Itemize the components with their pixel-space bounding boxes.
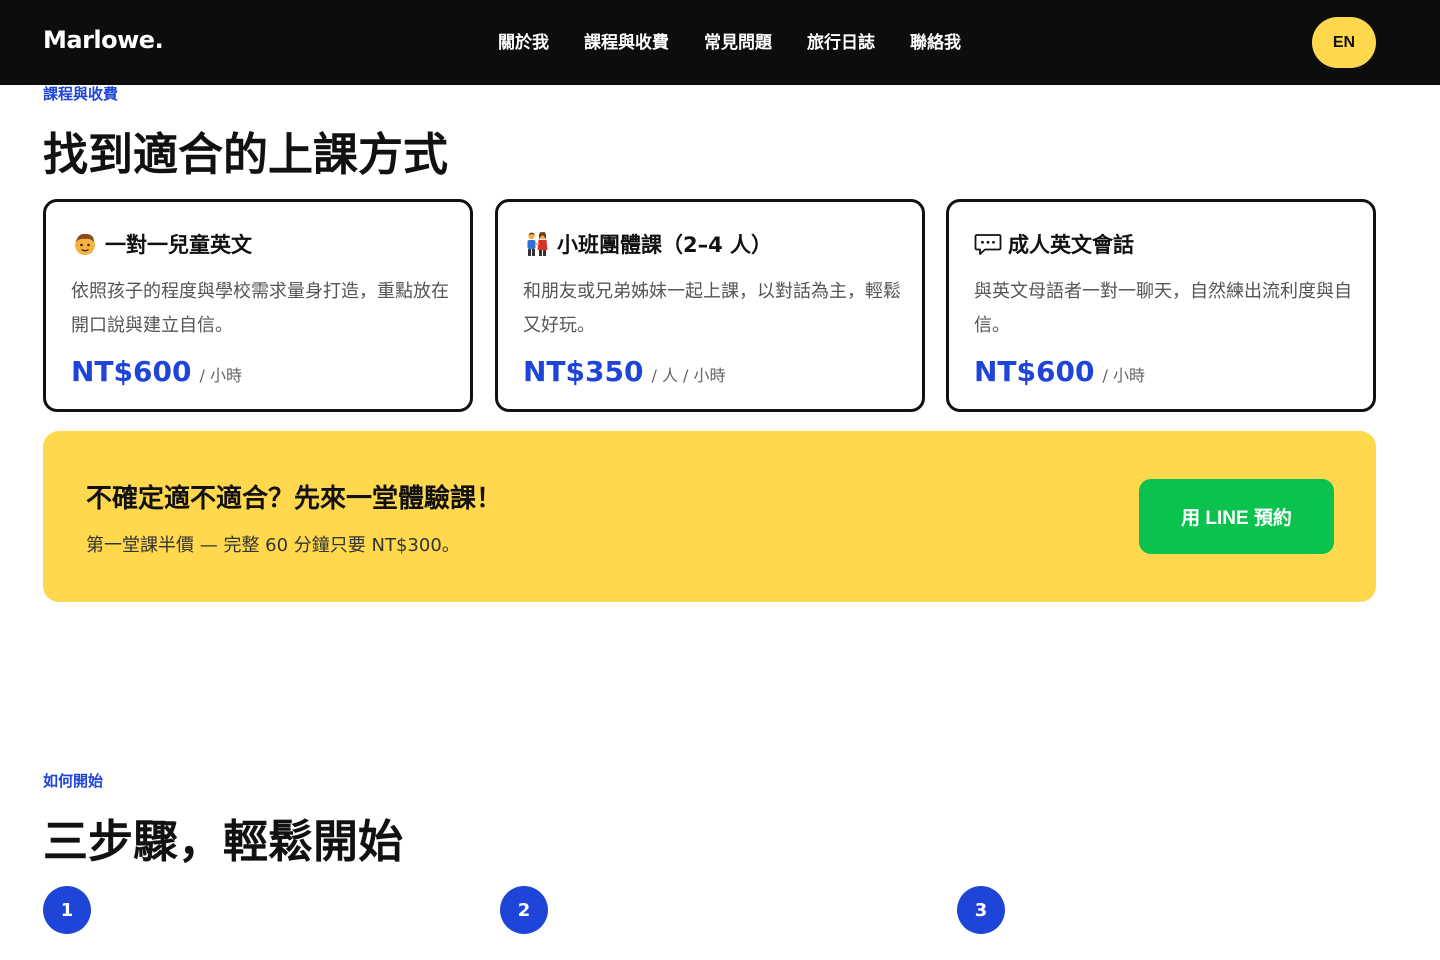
price-unit: / 小時 [199,366,242,385]
step-number-badge: 3 [957,886,1005,934]
card-description: 依照孩子的程度與學校需求量身打造，重點放在開口說與建立自信。 [71,281,449,336]
step-number-badge: 1 [43,886,91,934]
card-title-row: 一對一兒童英文 [71,229,252,259]
child-face-icon [71,230,99,258]
price-amount: NT$600 [974,355,1095,388]
steps-title: 三步驟，輕鬆開始 [43,815,404,868]
price-amount: NT$600 [71,355,192,388]
course-card-adult: 成人英文會話 與英文母語者一對一聊天，自然練出流利度與自信。 NT$600 / … [946,199,1376,412]
step-number-badge: 2 [500,886,548,934]
course-card-kids: 一對一兒童英文 依照孩子的程度與學校需求量身打造，重點放在開口說與建立自信。 N… [43,199,473,412]
line-booking-button[interactable]: 用 LINE 預約 [1139,479,1334,554]
top-navbar: Marlowe. 關於我 課程與收費 常見問題 旅行日誌 聯絡我 EN [0,0,1440,85]
price-unit: / 小時 [1102,366,1145,385]
card-price-row: NT$600 / 小時 [71,355,242,388]
card-title-text: 小班團體課（2–4 人） [557,233,773,257]
people-holding-hands-icon [523,230,551,258]
course-card-group: 小班團體課（2–4 人） 和朋友或兄弟姊妹一起上課，以對話為主，輕鬆又好玩。 N… [495,199,925,412]
card-title-text: 成人英文會話 [1008,233,1134,257]
nav-link-contact[interactable]: 聯絡我 [910,31,961,55]
nav-link-faq[interactable]: 常見問題 [704,31,772,55]
price-amount: NT$350 [523,355,644,388]
pricing-title: 找到適合的上課方式 [43,128,449,181]
card-description: 和朋友或兄弟姊妹一起上課，以對話為主，輕鬆又好玩。 [523,281,901,336]
nav-link-courses[interactable]: 課程與收費 [584,31,669,55]
card-price-row: NT$600 / 小時 [974,355,1145,388]
nav-link-about[interactable]: 關於我 [498,31,549,55]
speech-bubble-icon [974,230,1002,258]
card-title-row: 小班團體課（2–4 人） [523,229,772,259]
steps-eyebrow: 如何開始 [43,772,104,790]
nav-link-travel-journal[interactable]: 旅行日誌 [807,31,875,55]
nav-links: 關於我 課程與收費 常見問題 旅行日誌 聯絡我 [498,31,961,55]
card-title-text: 一對一兒童英文 [105,233,252,257]
cta-subtitle: 第一堂課半價 — 完整 60 分鐘只要 NT$300。 [86,535,460,556]
pricing-eyebrow: 課程與收費 [43,85,119,103]
card-price-row: NT$350 / 人 / 小時 [523,355,726,388]
trial-lesson-banner: 不確定適不適合？先來一堂體驗課！ 第一堂課半價 — 完整 60 分鐘只要 NT$… [43,431,1376,602]
price-unit: / 人 / 小時 [651,366,726,385]
language-toggle-button[interactable]: EN [1312,17,1376,68]
card-description: 與英文母語者一對一聊天，自然練出流利度與自信。 [974,281,1352,336]
cta-title: 不確定適不適合？先來一堂體驗課！ [86,484,503,514]
card-title-row: 成人英文會話 [974,229,1134,259]
brand-logo[interactable]: Marlowe. [43,26,164,54]
